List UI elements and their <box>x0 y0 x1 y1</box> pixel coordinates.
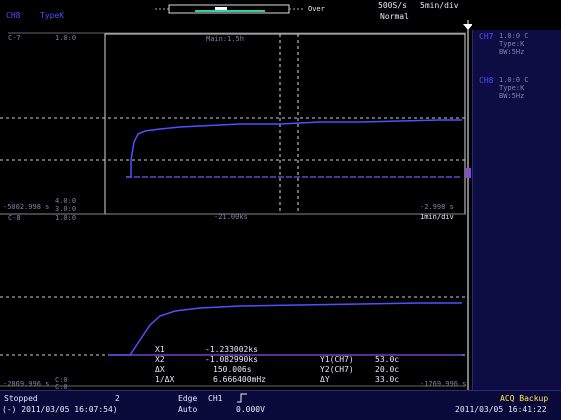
dy-label: ΔY <box>320 375 330 384</box>
channel-name: CH7 <box>479 32 494 41</box>
upper-bottom-scale-b: 3.0:0 <box>55 205 77 213</box>
trigger-source[interactable]: CH1 <box>208 394 222 403</box>
dx-label: ΔX <box>155 365 165 374</box>
channel-type: Type:K <box>499 84 525 92</box>
channel-panel: CH7 1.0:0 C Type:K BW:5Hz CH8 1.0:0 C Ty… <box>472 30 561 390</box>
x1-label: X1 <box>155 345 165 354</box>
waveform-display[interactable] <box>0 0 472 390</box>
lower-zoom-time-div: 1min/div <box>420 213 454 221</box>
rising-edge-icon <box>237 393 247 403</box>
dx-value: 150.006s <box>213 365 252 374</box>
lower-channel-tag: C-8 <box>8 214 21 222</box>
x2-value: -1.082990ks <box>205 355 258 364</box>
x2-label: X2 <box>155 355 165 364</box>
trigger-edge-label: Edge <box>178 394 198 403</box>
end-timestamp: 2011/03/05 16:41:22 <box>455 405 547 414</box>
y1-label: Y1(CH7) <box>320 355 354 364</box>
cursor-readout: X1 -1.233002ks X2 -1.082990ks ΔX 150.006… <box>155 345 415 389</box>
channel-entry-ch8[interactable]: CH8 1.0:0 C Type:K BW:5Hz <box>479 76 529 100</box>
inv-dx-value: 6.666400mHz <box>213 375 266 384</box>
upper-right-time: -2.998 s <box>420 203 454 211</box>
channel-scale: 1.0:0 C <box>499 32 529 40</box>
trigger-level[interactable]: 0.000V <box>236 405 265 414</box>
ch7-trace-upper <box>126 119 462 178</box>
start-timestamp: (-) 2011/03/05 16:07:54) <box>2 405 118 414</box>
dy-value: 33.0c <box>375 375 400 384</box>
y2-value: 20.0c <box>375 365 400 374</box>
channel-entry-ch7[interactable]: CH7 1.0:0 C Type:K BW:5Hz <box>479 32 529 56</box>
y2-label: Y2(CH7) <box>320 365 354 374</box>
channel-bandwidth: BW:5Hz <box>499 92 525 100</box>
acq-backup-status: ACQ Backup <box>500 394 549 403</box>
upper-left-time: -5002.998 s <box>3 203 50 211</box>
lower-right-time: -1769.996 s <box>420 380 467 388</box>
channel-bandwidth: BW:5Hz <box>499 48 525 56</box>
scroll-up-icon[interactable] <box>463 24 472 30</box>
status-bar: Stopped 2 (-) 2011/03/05 16:07:54) Edge … <box>0 390 561 420</box>
x1-value: -1.233002ks <box>205 345 258 354</box>
channel-name: CH8 <box>479 76 494 85</box>
lower-zoom-title: -21.00ks <box>214 213 248 221</box>
lower-top-scale: 1.0:0 <box>55 214 77 222</box>
upper-bottom-scale-a: 4.0:0 <box>55 197 77 205</box>
lower-left-time: -2869.996 s <box>3 380 50 388</box>
acquisition-count: 2 <box>115 394 120 403</box>
acquisition-status: Stopped <box>4 394 38 403</box>
channel-scale: 1.0:0 C <box>499 76 529 84</box>
upper-channel-tag: C-7 <box>8 34 21 42</box>
upper-top-scale: 1.0:0 <box>55 34 77 42</box>
channel-type: Type:K <box>499 40 525 48</box>
y1-value: 53.0c <box>375 355 400 364</box>
trigger-auto-label: Auto <box>178 405 198 414</box>
channel-level-marker-icon[interactable] <box>466 168 471 178</box>
upper-window-title: Main:1.5h <box>206 35 244 43</box>
inv-dx-label: 1/ΔX <box>155 375 175 384</box>
